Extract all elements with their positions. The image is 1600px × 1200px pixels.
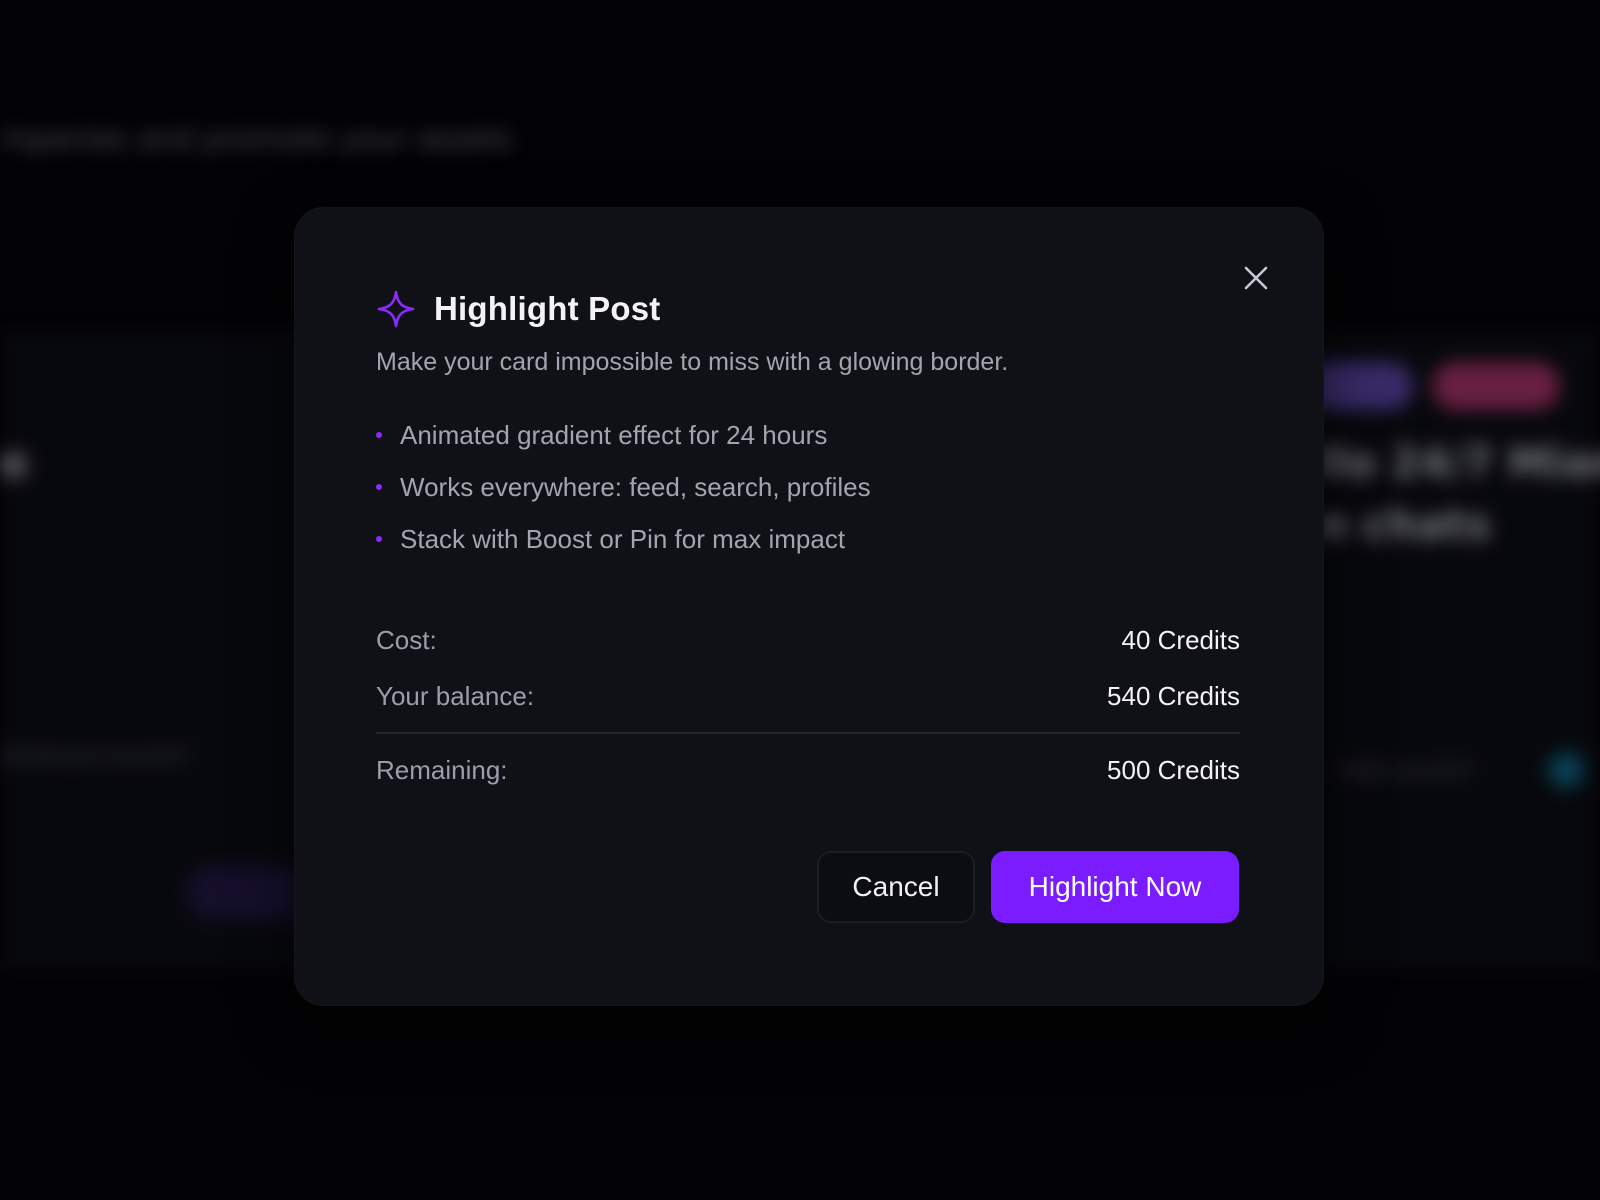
background-tagline: mpanies and promote your assets [0,122,513,157]
balance-row: Your balance: 540 Credits [376,668,1240,724]
remaining-label: Remaining: [376,754,508,785]
background-heading-right-2: n chats [1318,500,1491,549]
background-badge-pink [1432,362,1560,410]
background-tag-right: hello.xxx24/7 [1340,758,1475,782]
feature-text: Animated gradient effect for 24 hours [400,419,828,450]
summary-divider [376,732,1240,734]
background-heading-right: llo 24/7 Miami [1318,438,1600,487]
cost-label: Cost: [376,624,437,655]
cost-row: Cost: 40 Credits [376,612,1240,668]
dialog-header: Highlight Post [376,286,660,332]
feature-list: Animated gradient effect for 24 hours Wo… [376,409,871,565]
balance-label: Your balance: [376,680,535,711]
background-tag-left: #helloservices24/7 [0,744,193,768]
dialog-description: Make your card impossible to miss with a… [376,348,1009,376]
bullet-icon [376,484,382,490]
cost-summary: Cost: 40 Credits Your balance: 540 Credi… [376,612,1240,798]
remaining-row: Remaining: 500 Credits [376,742,1240,798]
background-button [186,866,306,920]
remaining-value: 500 Credits [1107,754,1240,785]
sparkle-icon [376,289,416,329]
bullet-icon [376,536,382,542]
feature-item: Animated gradient effect for 24 hours [376,409,871,461]
highlight-now-button[interactable]: Highlight Now [991,851,1239,923]
cost-value: 40 Credits [1121,624,1241,655]
cancel-button[interactable]: Cancel [817,851,975,923]
feature-item: Stack with Boost or Pin for max impact [376,513,871,565]
dialog-actions: Cancel Highlight Now [817,851,1239,923]
close-button[interactable] [1232,254,1280,302]
feature-text: Works everywhere: feed, search, profiles [400,471,871,502]
background-avatar [1548,752,1584,788]
feature-text: Stack with Boost or Pin for max impact [400,523,846,554]
balance-value: 540 Credits [1107,680,1240,711]
feature-item: Works everywhere: feed, search, profiles [376,461,871,513]
close-icon [1244,266,1268,290]
bullet-icon [376,432,382,438]
dialog-title: Highlight Post [434,290,661,327]
background-heading-left: e [0,438,29,487]
